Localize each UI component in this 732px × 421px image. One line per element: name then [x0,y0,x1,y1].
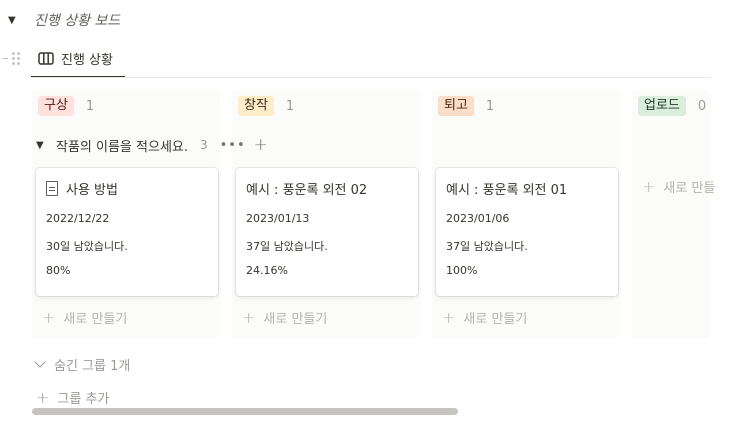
plus-icon: + [36,387,50,407]
plus-icon: + [42,307,56,327]
card-date: 2023/01/13 [246,212,310,225]
card-remaining: 30일 남았습니다. [46,240,128,253]
status-tag: 창작 [238,96,274,116]
card[interactable]: 예시 : 풍운록 외전 02 2023/01/13 37일 남았습니다. 24.… [236,168,418,296]
plus-icon: + [242,307,256,327]
card-date: 2022/12/22 [46,212,110,225]
tab-label: 진행 상황 [61,52,113,68]
column-header-writing[interactable]: 창작 1 [238,95,294,117]
column-count: 1 [85,98,95,114]
card-title: 예시 : 풍운록 외전 02 [246,182,368,198]
board-toggle[interactable]: ▼ 진행 상황 보드 [8,9,120,31]
board-title: 진행 상황 보드 [34,13,121,29]
card-date: 2023/01/06 [446,212,510,225]
add-icon[interactable]: + [254,135,268,155]
group-title: 작품의 이름을 적으세요. [56,139,188,155]
card[interactable]: 예시 : 풍운록 외전 01 2023/01/06 37일 남았습니다. 100… [436,168,618,296]
new-card-button-upload[interactable]: + 새로 만들 [642,176,715,196]
tab-divider [31,77,710,78]
status-tag: 업로드 [638,96,686,116]
hidden-groups-toggle[interactable]: 숨긴 그룹 1개 [34,354,130,374]
card[interactable]: 사용 방법 2022/12/22 30일 남았습니다. 80% [36,168,218,296]
column-count: 1 [285,98,295,114]
card-progress: 80% [46,264,71,277]
group-toggle-icon[interactable]: ▼ [36,140,48,151]
new-card-button-idea[interactable]: + 새로 만들기 [42,307,127,327]
drag-handle-icon[interactable] [2,50,26,66]
column-header-idea[interactable]: 구상 1 [38,95,94,117]
group-count: 3 [200,138,208,152]
board-view-icon [38,51,54,65]
card-title: 예시 : 풍운록 외전 01 [446,182,568,198]
toggle-triangle-icon[interactable]: ▼ [8,15,24,26]
card-remaining: 37일 남았습니다. [246,240,328,253]
column-header-upload[interactable]: 업로드 0 [638,95,706,117]
plus-icon: + [442,307,456,327]
tab-progress-view[interactable]: 진행 상황 [31,40,125,78]
card-progress: 24.16% [246,264,288,277]
status-tag: 퇴고 [438,96,474,116]
board-root: ▼ 진행 상황 보드 진행 상황 구상 1 창작 1 퇴고 1 업로드 0 ▼ … [0,0,732,421]
chevron-down-icon [34,356,46,368]
card-progress: 100% [446,264,478,277]
new-card-button-revision[interactable]: + 새로 만들기 [442,307,527,327]
column-count: 0 [697,98,707,114]
column-count: 1 [485,98,495,114]
plus-icon: + [642,176,656,196]
column-header-revision[interactable]: 퇴고 1 [438,95,494,117]
add-group-button[interactable]: + 그룹 추가 [36,387,109,407]
horizontal-scrollbar[interactable] [32,408,458,415]
status-tag: 구상 [38,96,74,116]
new-card-button-writing[interactable]: + 새로 만들기 [242,307,327,327]
page-icon [46,180,58,196]
group-header[interactable]: ▼ 작품의 이름을 적으세요. 3 ••• + [36,135,268,155]
card-remaining: 37일 남았습니다. [446,240,528,253]
more-options-icon[interactable]: ••• [220,138,246,153]
column-bg-upload [632,90,710,338]
card-title: 사용 방법 [66,182,118,198]
